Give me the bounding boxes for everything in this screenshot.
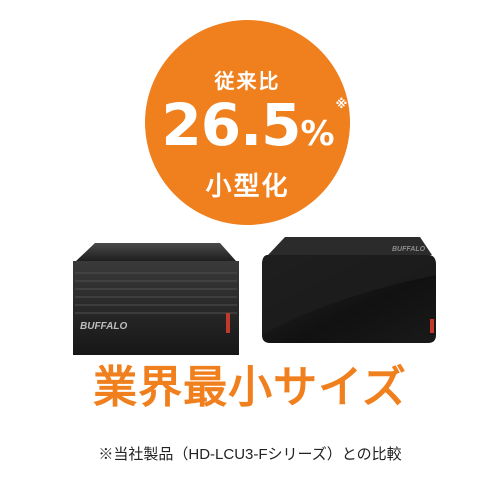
previous-drive: BUFFALO	[262, 237, 436, 343]
product-comparison: BUFFALO BUFFALO	[73, 237, 436, 355]
new-drive: BUFFALO	[73, 243, 239, 355]
badge-compare-label: 従来比	[214, 69, 281, 93]
size-reduction-badge: 従来比 26.5% ※ 小型化	[145, 20, 350, 225]
top-brand-logo: BUFFALO	[392, 246, 426, 253]
badge-value: 26.5% ※	[145, 96, 350, 154]
badge-reduction-label: 小型化	[205, 172, 290, 202]
brand-logo: BUFFALO	[80, 321, 127, 332]
product-image: 従来比 26.5% ※ 小型化 BUFFALO BUFFALO 業界最小サイズ …	[0, 0, 500, 500]
badge-percent: %	[300, 114, 335, 154]
headline: 業界最小サイズ	[93, 362, 407, 413]
badge-number: 26.5	[161, 91, 301, 159]
badge-note-mark: ※	[335, 97, 348, 111]
footnote: ※当社製品（HD-LCU3-Fシリーズ）との比較	[98, 446, 402, 463]
